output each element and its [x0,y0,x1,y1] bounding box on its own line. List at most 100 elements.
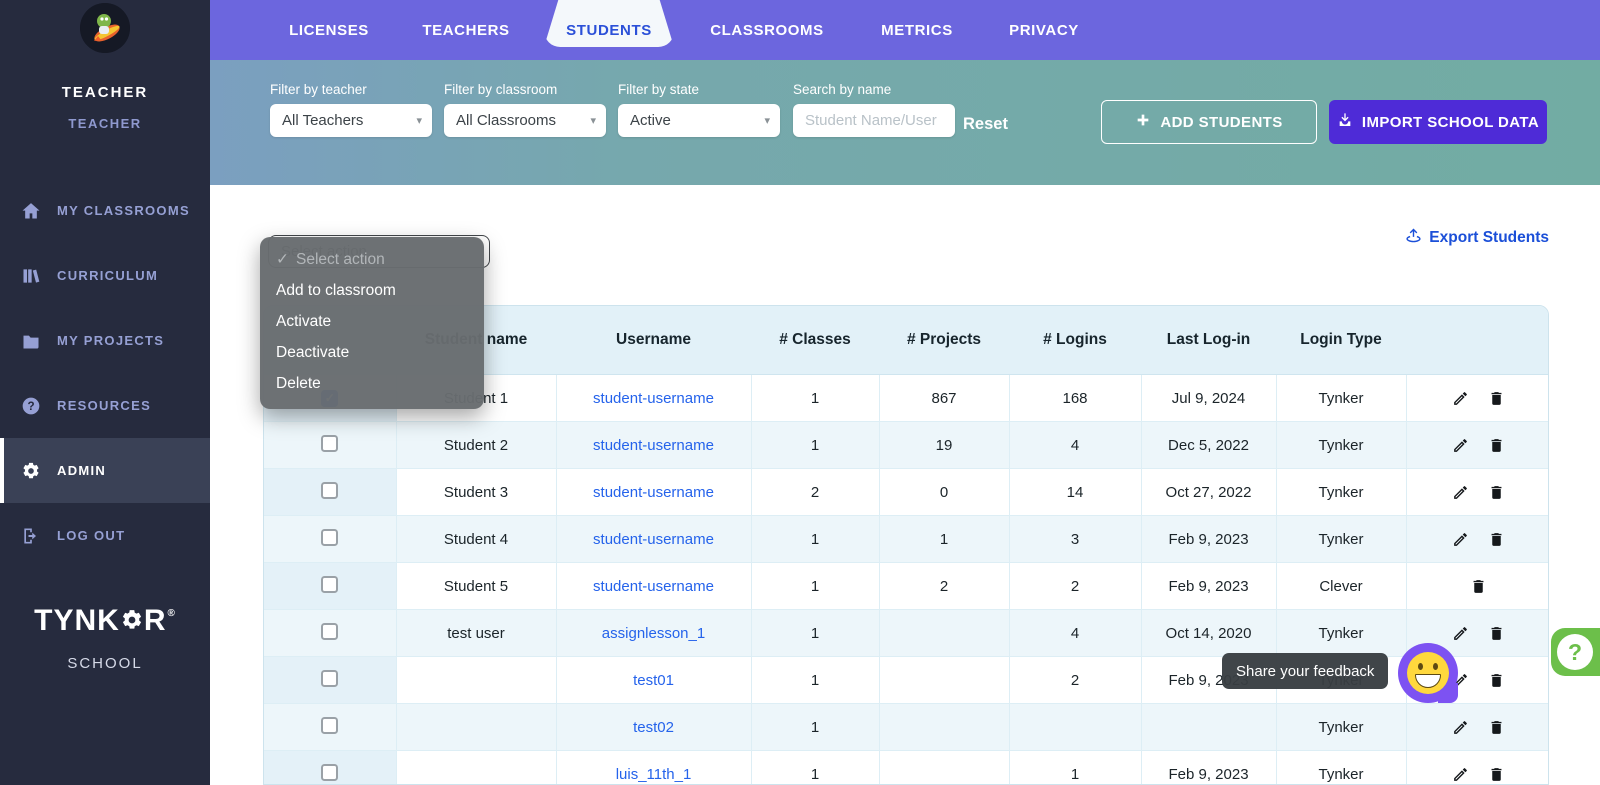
filter-select-teacher[interactable]: All Teachers▾ [270,104,432,137]
projects-cell [879,704,1009,751]
username-link[interactable]: assignlesson_1 [602,625,705,642]
delete-button[interactable] [1485,387,1507,409]
row-checkbox[interactable] [321,764,338,781]
import-school-data-button[interactable]: IMPORT SCHOOL DATA [1329,100,1547,144]
reset-button[interactable]: Reset [963,108,1008,141]
help-button[interactable]: ? [1551,628,1600,676]
row-checkbox[interactable] [321,529,338,546]
username-link[interactable]: student-username [593,578,714,595]
classes-cell: 2 [751,469,879,516]
delete-button[interactable] [1485,434,1507,456]
row-checkbox[interactable] [321,435,338,452]
last-login-cell [1141,704,1276,751]
sidebar-item-admin[interactable]: ADMIN [0,438,210,503]
sidebar-item-resources[interactable]: ?RESOURCES [0,373,210,438]
menu-item-delete[interactable]: Delete [260,368,484,399]
tab-teachers[interactable]: TEACHERS [422,0,509,60]
svg-text:?: ? [27,400,34,413]
filter-field: Filter by teacherAll Teachers▾ [270,82,432,137]
sidebar-item-label: ADMIN [57,463,106,478]
delete-button[interactable] [1485,669,1507,691]
bulk-action-menu: ✓Select actionAdd to classroomActivateDe… [260,237,484,409]
username-link[interactable]: test01 [633,672,674,689]
edit-button[interactable] [1449,528,1471,550]
sidebar-item-label: LOG OUT [57,528,125,543]
checkbox-cell [264,563,396,610]
logins-cell: 3 [1009,516,1141,563]
delete-button[interactable] [1485,622,1507,644]
search-input[interactable] [793,104,955,137]
import-school-data-label: IMPORT SCHOOL DATA [1362,114,1539,131]
menu-item-activate[interactable]: Activate [260,306,484,337]
edit-button[interactable] [1449,716,1471,738]
sidebar-item-log-out[interactable]: LOG OUT [0,503,210,568]
plus-icon [1135,112,1151,132]
edit-button[interactable] [1449,622,1471,644]
classes-cell: 1 [751,422,879,469]
logins-cell: 168 [1009,375,1141,422]
menu-item-deactivate[interactable]: Deactivate [260,337,484,368]
sidebar-item-my-classrooms[interactable]: MY CLASSROOMS [0,178,210,243]
column-header: Last Log-in [1141,306,1276,375]
row-checkbox[interactable] [321,623,338,640]
export-students-link[interactable]: Export Students [1405,227,1549,249]
row-checkbox[interactable] [321,576,338,593]
tab-licenses[interactable]: LICENSES [289,0,369,60]
delete-button[interactable] [1485,763,1507,785]
delete-button[interactable] [1485,716,1507,738]
edit-button[interactable] [1449,434,1471,456]
tab-metrics[interactable]: METRICS [881,0,953,60]
tab-classrooms[interactable]: CLASSROOMS [710,0,824,60]
filter-label: Filter by state [618,82,780,97]
login-type-cell: Tynker [1276,422,1406,469]
tab-privacy[interactable]: PRIVACY [1009,0,1079,60]
filter-select-classroom[interactable]: All Classrooms▾ [444,104,606,137]
username-link[interactable]: student-username [593,531,714,548]
table-row: Student 4student-username113Feb 9, 2023T… [264,516,1549,563]
tynker-character-avatar-icon[interactable] [80,3,130,53]
username-link[interactable]: test02 [633,719,674,736]
checkbox-cell [264,422,396,469]
registered-mark: ® [167,608,175,619]
edit-button[interactable] [1449,763,1471,785]
sidebar-item-curriculum[interactable]: CURRICULUM [0,243,210,308]
edit-button[interactable] [1449,387,1471,409]
tynker-logo: TYNKR® [0,604,210,638]
menu-item-add-to-classroom[interactable]: Add to classroom [260,275,484,306]
row-checkbox[interactable] [321,717,338,734]
username-link[interactable]: luis_11th_1 [616,766,692,783]
student-name-cell: Student 2 [396,422,556,469]
menu-item-select-action: ✓Select action [260,244,484,275]
column-header: # Classes [751,306,879,375]
checkbox-cell [264,516,396,563]
delete-button[interactable] [1485,481,1507,503]
username-link[interactable]: student-username [593,437,714,454]
username-link[interactable]: student-username [593,484,714,501]
classes-cell: 1 [751,751,879,785]
tab-students[interactable]: STUDENTS [566,0,652,60]
row-checkbox[interactable] [321,482,338,499]
column-header: Username [556,306,751,375]
username-cell: student-username [556,422,751,469]
actions-cell [1406,375,1549,422]
delete-button[interactable] [1467,575,1489,597]
edit-button[interactable] [1449,481,1471,503]
username-cell: student-username [556,516,751,563]
add-students-button[interactable]: ADD STUDENTS [1101,100,1317,144]
logins-cell [1009,704,1141,751]
sidebar-item-my-projects[interactable]: MY PROJECTS [0,308,210,373]
username-link[interactable]: student-username [593,390,714,407]
login-type-cell: Clever [1276,563,1406,610]
export-students-label: Export Students [1429,229,1549,247]
projects-cell [879,751,1009,785]
username-cell: luis_11th_1 [556,751,751,785]
filter-select-state[interactable]: Active▾ [618,104,780,137]
delete-button[interactable] [1485,528,1507,550]
classes-cell: 1 [751,610,879,657]
search-field-group: Search by name [793,82,955,137]
row-checkbox[interactable] [321,670,338,687]
actions-cell [1406,751,1549,785]
username-cell: assignlesson_1 [556,610,751,657]
feedback-button[interactable] [1398,643,1458,703]
student-name-cell [396,704,556,751]
